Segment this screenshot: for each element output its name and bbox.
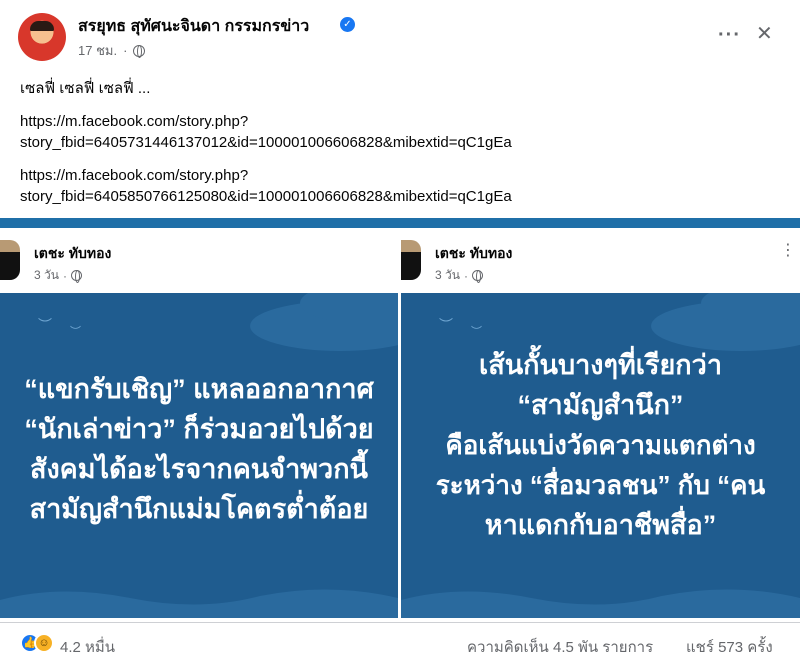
card-image[interactable]: ︶ ︶ เส้นกั้นบางๆที่เรียกว่า “สามัญสำนึก”…: [401, 293, 800, 618]
bird-icon: ︶: [70, 326, 81, 338]
reaction-count[interactable]: 4.2 หมื่น: [60, 635, 115, 659]
card-meta: 3 วัน ·: [435, 266, 483, 285]
card-image-line-4: ระหว่าง “สื่อมวลชน” กับ “คน: [435, 470, 766, 500]
post-link-1-line-2[interactable]: story_fbid=6405731446137012&id=100001006…: [20, 132, 790, 153]
shared-post-card-right[interactable]: เตชะ ทับทอง 3 วัน · ⋮ ︶ ︶ เส้นกั้นบางๆที…: [401, 228, 800, 620]
globe-icon: [133, 44, 146, 58]
post-link-2-line-1[interactable]: https://m.facebook.com/story.php?: [20, 165, 790, 186]
author-avatar[interactable]: [18, 13, 66, 61]
post-text: เซลฟี่ เซลฟี่ เซลฟี่ ... https://m.faceb…: [20, 78, 790, 219]
hills-decoration: [0, 589, 398, 618]
card-author-name[interactable]: เตชะ ทับทอง: [34, 243, 111, 265]
card-image-line-1: “แขกรับเชิญ” แหลออกอากาศ: [24, 374, 374, 404]
author-name[interactable]: สรยุทธ สุทัศนะจินดา กรรมกรข่าว: [78, 14, 309, 39]
separator-dot: ·: [463, 268, 468, 283]
post-link-2[interactable]: https://m.facebook.com/story.php? story_…: [20, 165, 790, 207]
post-link-1[interactable]: https://m.facebook.com/story.php? story_…: [20, 111, 790, 153]
footer-divider: [0, 622, 800, 623]
post-caption: เซลฟี่ เซลฟี่ เซลฟี่ ...: [20, 80, 151, 97]
globe-icon: [471, 270, 483, 283]
card-image-line-3: คือเส้นแบ่งวัดความแตกต่าง: [445, 430, 756, 460]
post-meta: 17 ชม. ·: [78, 40, 146, 61]
image-top-border: [0, 218, 800, 228]
card-author-avatar[interactable]: [401, 240, 421, 280]
card-image-line-2: “นักเล่าข่าว” ก็ร่วมอวยไปด้วย: [24, 414, 374, 444]
bird-icon: ︶: [38, 317, 52, 333]
close-icon[interactable]: ✕: [756, 21, 773, 46]
post-link-1-line-1[interactable]: https://m.facebook.com/story.php?: [20, 111, 790, 132]
card-image-line-5: หาแดกกับอาชีพสื่อ”: [484, 510, 717, 540]
globe-icon: [70, 270, 82, 283]
haha-reaction-icon[interactable]: ☺: [34, 633, 54, 653]
comment-count[interactable]: ความคิดเห็น 4.5 พัน รายการ: [467, 635, 653, 659]
hills-decoration: [401, 589, 800, 618]
card-image-line-3: สังคมได้อะไรจากคนจำพวกนี้: [29, 454, 369, 484]
card-author-name[interactable]: เตชะ ทับทอง: [435, 243, 512, 265]
card-image-line-2: “สามัญสำนึก”: [517, 390, 684, 420]
post-time[interactable]: 17 ชม.: [78, 40, 117, 61]
separator-dot: ·: [62, 268, 67, 283]
card-more-icon[interactable]: ⋮: [780, 240, 796, 260]
share-count[interactable]: แชร์ 573 ครั้ง: [686, 635, 773, 659]
bird-icon: ︶: [471, 326, 482, 338]
card-time[interactable]: 3 วัน: [435, 266, 460, 285]
shared-post-card-left[interactable]: เตชะ ทับทอง 3 วัน · ︶ ︶ “แขกรับเชิญ” แหล…: [0, 228, 398, 620]
bird-icon: ︶: [439, 317, 453, 333]
separator-dot: ·: [123, 43, 128, 58]
post-stats: 👍 ☺ 4.2 หมื่น ความคิดเห็น 4.5 พัน รายการ…: [0, 628, 800, 658]
card-image-line-4: สามัญสำนึกแม่มโคตรต่ำต้อย: [29, 494, 369, 524]
verified-badge-icon: ✓: [340, 17, 355, 32]
card-image[interactable]: ︶ ︶ “แขกรับเชิญ” แหลออกอากาศ “นักเล่าข่า…: [0, 293, 398, 618]
card-time[interactable]: 3 วัน: [34, 266, 59, 285]
card-image-line-1: เส้นกั้นบางๆที่เรียกว่า: [479, 350, 722, 380]
card-author-avatar[interactable]: [0, 240, 20, 280]
card-meta: 3 วัน ·: [34, 266, 82, 285]
more-options-button[interactable]: ···: [718, 24, 741, 47]
post-link-2-line-2[interactable]: story_fbid=6405850766125080&id=100001006…: [20, 186, 790, 207]
post-header: สรยุทธ สุทัศนะจินดา กรรมกรข่าว ✓ 17 ชม. …: [0, 0, 800, 70]
